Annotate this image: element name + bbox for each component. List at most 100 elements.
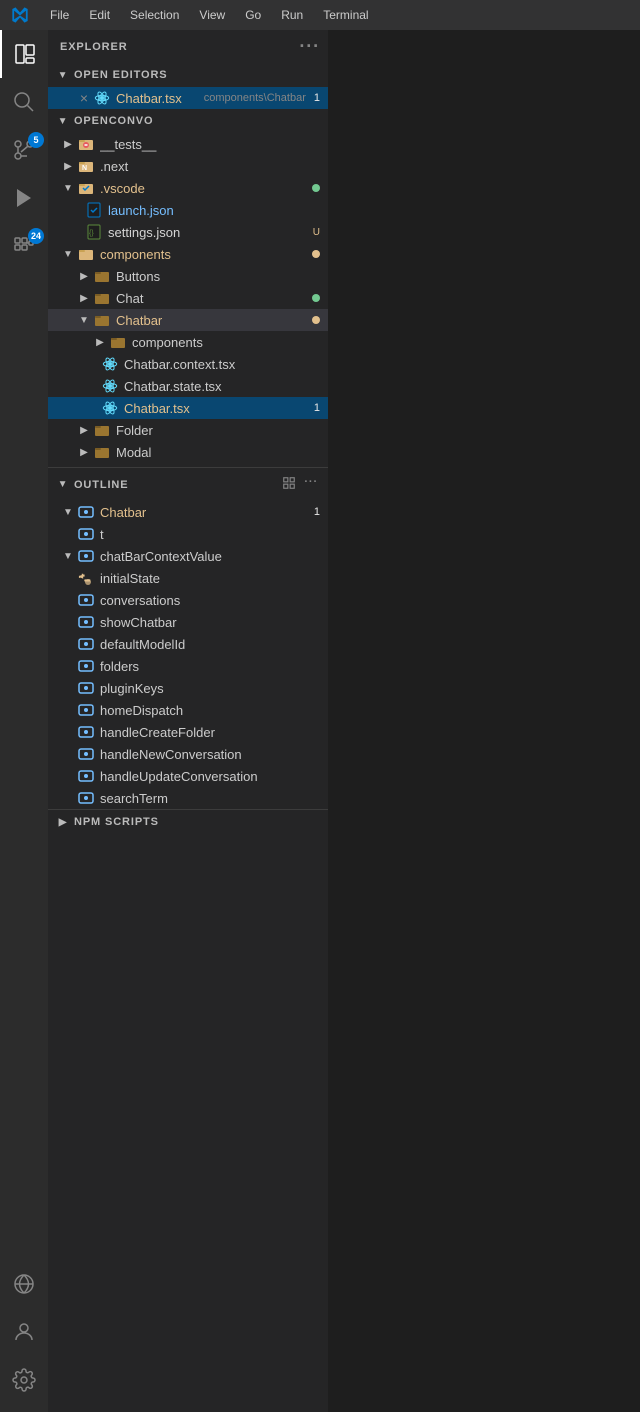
outline-conversations-icon: [76, 590, 96, 610]
chatbar-state-tsx-icon: [100, 376, 120, 396]
folder-next[interactable]: ▶ N .next: [48, 155, 328, 177]
outline-cbcv-icon: [76, 546, 96, 566]
source-control-badge: 5: [28, 132, 44, 148]
outline-item-showchatbar[interactable]: showChatbar: [48, 611, 328, 633]
outline-item-handlecreatefolder[interactable]: handleCreateFolder: [48, 721, 328, 743]
outline-item-chatbarcontextvalue[interactable]: ▼ chatBarContextValue: [48, 545, 328, 567]
open-editors-header[interactable]: ▼ OPEN EDITORS: [48, 63, 328, 87]
folder-buttons[interactable]: ▶ Buttons: [48, 265, 328, 287]
outline-pluginkeys-icon: [76, 678, 96, 698]
outline-handlenewconversation-label: handleNewConversation: [100, 747, 320, 762]
menu-edit[interactable]: Edit: [79, 4, 120, 26]
extensions-badge: 24: [28, 228, 44, 244]
tests-folder-icon: [76, 134, 96, 154]
vscode-folder-icon: [76, 178, 96, 198]
activity-bar-account[interactable]: [0, 1308, 48, 1356]
open-file-chatbar-tsx[interactable]: × Chatbar.tsx components\Chatbar 1: [48, 87, 328, 109]
folder-chatbar[interactable]: ▼ Chatbar: [48, 309, 328, 331]
outline-cbcv-chevron: ▼: [60, 545, 76, 567]
folder-tests[interactable]: ▶ __tests__: [48, 133, 328, 155]
outline-initialstate-icon: [76, 568, 96, 588]
outline-header[interactable]: ▼ OUTLINE ···: [48, 467, 328, 501]
outline-homedispatch-icon: [76, 700, 96, 720]
titlebar: File Edit Selection View Go Run Terminal: [0, 0, 640, 30]
outline-chatbar-icon: [76, 502, 96, 522]
open-file-chatbar-tsx-badge: 1: [306, 92, 320, 104]
chatbar-tsx-label: Chatbar.tsx: [124, 401, 306, 416]
activity-bar-bottom: [0, 1260, 48, 1412]
activity-bar-remote[interactable]: [0, 1260, 48, 1308]
sidebar: EXPLORER ··· ▼ OPEN EDITORS × Chatbar.ts…: [48, 30, 328, 1412]
outline-item-initialstate[interactable]: initialState: [48, 567, 328, 589]
explorer-header[interactable]: EXPLORER ···: [48, 30, 328, 63]
modal-folder-label: Modal: [116, 445, 320, 460]
outline-chevron: ▼: [56, 479, 70, 490]
outline-defaultmodelid-icon: [76, 634, 96, 654]
outline-more-icon[interactable]: ···: [302, 474, 320, 495]
outline-handlenewconversation-icon: [76, 744, 96, 764]
outline-t-label: t: [100, 527, 320, 542]
folder-folder-chevron-icon: ▶: [76, 419, 92, 441]
buttons-folder-label: Buttons: [116, 269, 320, 284]
outline-item-conversations[interactable]: conversations: [48, 589, 328, 611]
tests-chevron-icon: ▶: [60, 133, 76, 155]
outline-item-t[interactable]: t: [48, 523, 328, 545]
explorer-more-icon[interactable]: ···: [299, 36, 320, 57]
file-chatbar-state-tsx[interactable]: Chatbar.state.tsx: [48, 375, 328, 397]
outline-folders-label: folders: [100, 659, 320, 674]
outline-follow-cursor-icon[interactable]: [280, 474, 298, 495]
activity-bar-source-control[interactable]: 5: [0, 126, 48, 174]
vscode-folder-modified: [312, 184, 320, 192]
chatbar-chevron-icon: ▼: [76, 309, 92, 331]
outline-chatbar-label: Chatbar: [100, 505, 306, 520]
activity-bar-explorer[interactable]: [0, 30, 48, 78]
next-folder-label: .next: [100, 159, 320, 174]
file-settings-json[interactable]: {} settings.json U: [48, 221, 328, 243]
activity-bar-search[interactable]: [0, 78, 48, 126]
folder-vscode[interactable]: ▼ .vscode: [48, 177, 328, 199]
outline-item-pluginkeys[interactable]: pluginKeys: [48, 677, 328, 699]
menu-run[interactable]: Run: [271, 4, 313, 26]
project-title: OPENCONVO: [74, 115, 153, 127]
menu-terminal[interactable]: Terminal: [313, 4, 378, 26]
folder-chat[interactable]: ▶ Chat: [48, 287, 328, 309]
close-chatbar-tsx-icon[interactable]: ×: [76, 90, 92, 106]
buttons-chevron-icon: ▶: [76, 265, 92, 287]
menu-go[interactable]: Go: [235, 4, 271, 26]
folder-modal[interactable]: ▶ Modal: [48, 441, 328, 463]
outline-item-searchterm[interactable]: searchTerm: [48, 787, 328, 809]
activity-bar-extensions[interactable]: 24: [0, 222, 48, 270]
tests-folder-label: __tests__: [100, 137, 320, 152]
menu-view[interactable]: View: [189, 4, 235, 26]
chatbar-tsx-icon: [100, 398, 120, 418]
outline-item-defaultmodelid[interactable]: defaultModelId: [48, 633, 328, 655]
outline-item-handleupdateconversation[interactable]: handleUpdateConversation: [48, 765, 328, 787]
file-launch-json[interactable]: launch.json: [48, 199, 328, 221]
outline-handleupdateconversation-label: handleUpdateConversation: [100, 769, 320, 784]
menu-file[interactable]: File: [40, 4, 79, 26]
outline-pluginkeys-label: pluginKeys: [100, 681, 320, 696]
menu-selection[interactable]: Selection: [120, 4, 189, 26]
chatbar-components-chevron-icon: ▶: [92, 331, 108, 353]
activity-bar-run-debug[interactable]: [0, 174, 48, 222]
outline-item-folders[interactable]: folders: [48, 655, 328, 677]
open-file-chatbar-tsx-path: components\Chatbar: [204, 92, 306, 104]
file-chatbar-context-tsx[interactable]: Chatbar.context.tsx: [48, 353, 328, 375]
outline-cbcv-label: chatBarContextValue: [100, 549, 320, 564]
outline-item-handlenewconversation[interactable]: handleNewConversation: [48, 743, 328, 765]
folder-folder[interactable]: ▶ Folder: [48, 419, 328, 441]
folder-components[interactable]: ▼ components: [48, 243, 328, 265]
file-chatbar-tsx[interactable]: Chatbar.tsx 1: [48, 397, 328, 419]
folder-chatbar-components[interactable]: ▶ components: [48, 331, 328, 353]
activity-bar-settings[interactable]: [0, 1356, 48, 1404]
chatbar-tsx-badge: 1: [306, 402, 320, 414]
npm-scripts-header[interactable]: ▶ NPM SCRIPTS: [48, 810, 328, 834]
outline-title: OUTLINE: [74, 479, 128, 491]
outline-item-homedispatch[interactable]: homeDispatch: [48, 699, 328, 721]
outline-item-chatbar[interactable]: ▼ Chatbar 1: [48, 501, 328, 523]
modal-folder-icon: [92, 442, 112, 462]
project-header[interactable]: ▼ OPENCONVO: [48, 109, 328, 133]
launch-json-icon: [84, 200, 104, 220]
launch-json-label: launch.json: [108, 203, 320, 218]
settings-json-icon: {}: [84, 222, 104, 242]
